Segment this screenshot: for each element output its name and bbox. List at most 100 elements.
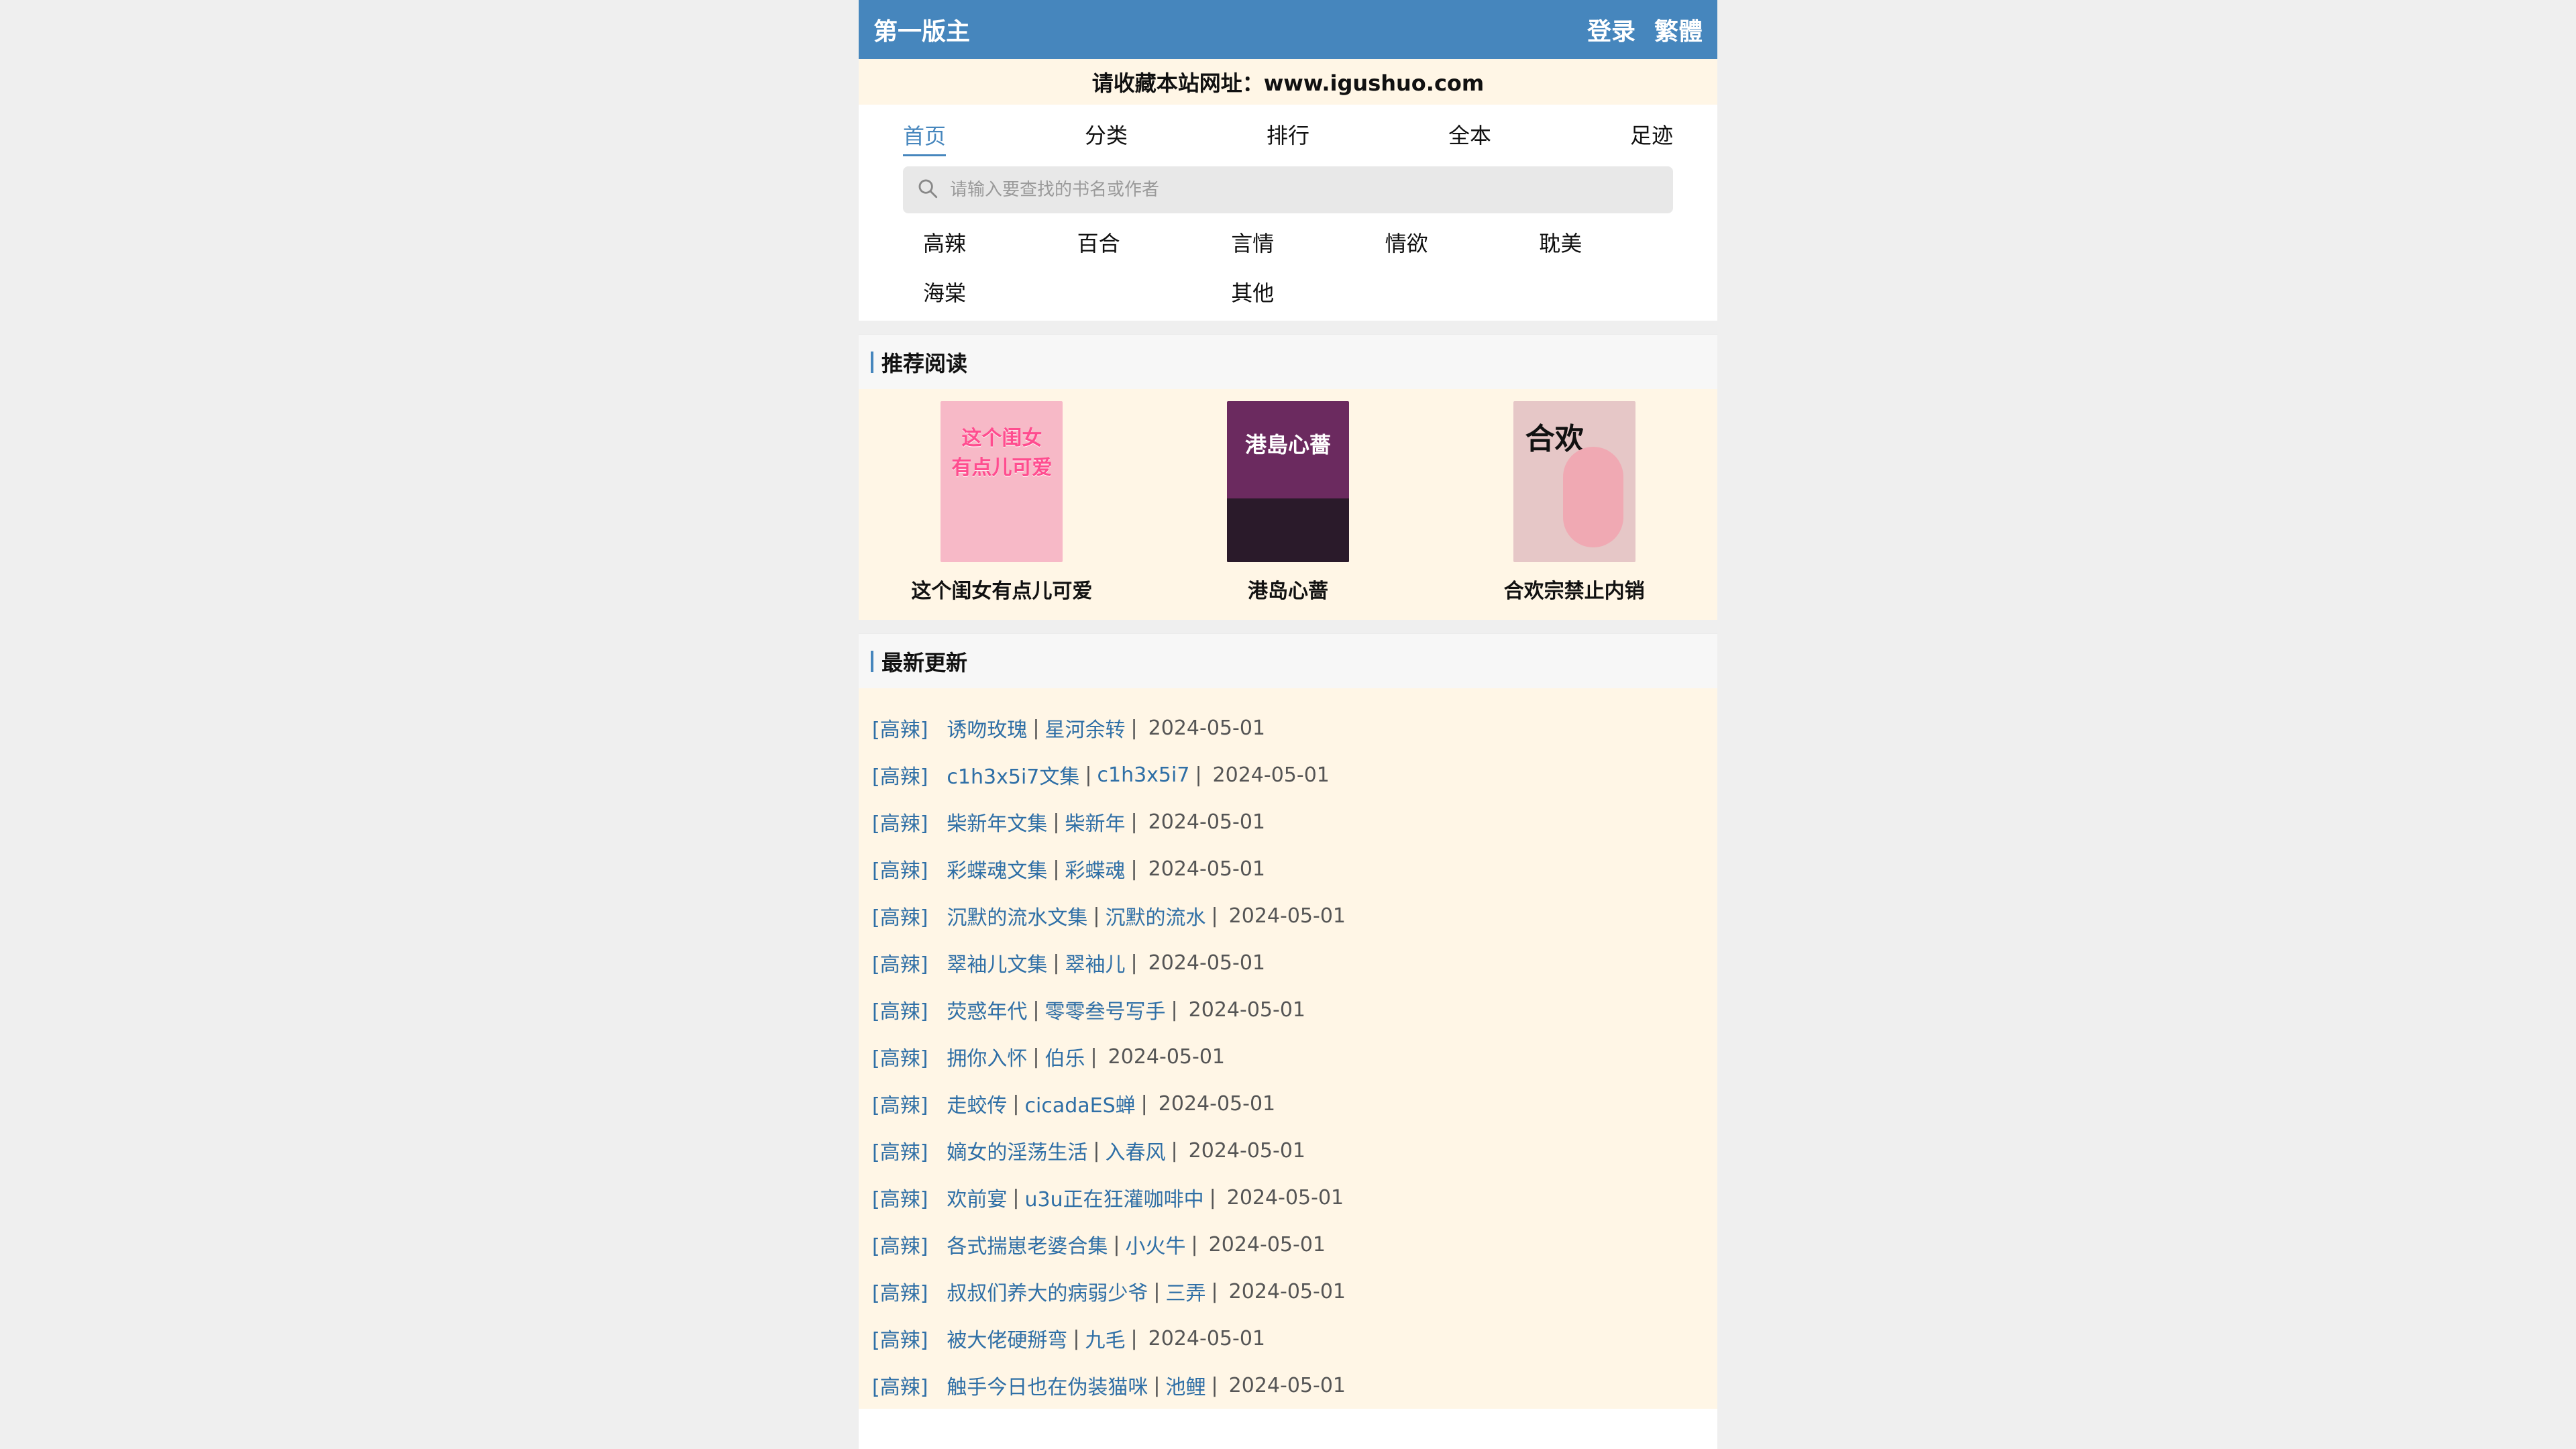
row-title[interactable]: 嫡女的淫荡生活 [947,1136,1087,1165]
nav-item-history[interactable]: 足迹 [1630,112,1673,156]
row-author[interactable]: 三弄 [1166,1277,1206,1306]
row-title[interactable]: c1h3x5i7文集 [947,760,1079,790]
row-author[interactable]: u3u正在狂灌咖啡中 [1025,1183,1204,1212]
row-category[interactable]: [高辣] [872,995,928,1024]
row-category[interactable]: [高辣] [872,901,928,930]
row-category[interactable]: [高辣] [872,854,928,883]
row-separator: | [1032,716,1040,740]
category-link[interactable]: 耽美 [1519,227,1673,258]
row-category[interactable]: [高辣] [872,1183,928,1212]
row-author[interactable]: 沉默的流水 [1106,901,1206,930]
row-category[interactable]: [高辣] [872,713,928,743]
login-link[interactable]: 登录 [1587,12,1635,47]
category-link[interactable]: 言情 [1211,227,1365,258]
row-separator: | [1211,904,1218,928]
traditional-chinese-link[interactable]: 繁體 [1654,12,1703,47]
row-author[interactable]: 九毛 [1085,1324,1126,1353]
recommend-list: 这个闺女 有点儿可爱 这个闺女有点儿可爱 港島心薔 港岛心蔷 合欢 合欢宗禁止内… [859,389,1717,620]
cover-figure [1562,447,1623,547]
row-author[interactable]: 池鲤 [1166,1371,1206,1400]
row-separator: | [1130,716,1138,740]
cover-title: 合欢 [1525,422,1585,456]
row-category[interactable]: [高辣] [872,760,928,790]
row-title[interactable]: 拥你入怀 [947,1042,1027,1071]
row-separator: | [1195,763,1202,787]
latest-row: [高辣] 各式揣崽老婆合集 | 小火牛 | 2024-05-01 [859,1221,1717,1268]
row-title[interactable]: 彩蝶魂文集 [947,854,1047,883]
row-category[interactable]: [高辣] [872,1136,928,1165]
book-title[interactable]: 港岛心蔷 [1248,574,1328,604]
book-card[interactable]: 港島心薔 港岛心蔷 [1181,401,1395,604]
row-separator: | [1032,1044,1040,1069]
book-cover[interactable]: 合欢 [1513,401,1635,562]
section-gap [859,321,1717,334]
row-separator: | [1090,1044,1097,1069]
nav-item-ranking[interactable]: 排行 [1267,112,1309,156]
latest-row: [高辣] c1h3x5i7文集 | c1h3x5i7 | 2024-05-01 [859,751,1717,798]
row-title[interactable]: 荧惑年代 [947,995,1027,1024]
row-separator: | [1085,763,1092,787]
book-cover[interactable]: 港島心薔 [1226,401,1349,562]
row-author[interactable]: 小火牛 [1126,1230,1186,1259]
row-author[interactable]: 伯乐 [1045,1042,1085,1071]
row-author[interactable]: 入春风 [1106,1136,1166,1165]
row-title[interactable]: 柴新年文集 [947,807,1047,837]
row-separator: | [1012,1185,1020,1210]
row-title[interactable]: 沉默的流水文集 [947,901,1087,930]
row-date: 2024-05-01 [1212,763,1330,787]
book-title[interactable]: 合欢宗禁止内销 [1504,574,1645,604]
category-link[interactable]: 其他 [1211,276,1365,307]
row-category[interactable]: [高辣] [872,1230,928,1259]
site-title[interactable]: 第一版主 [873,12,970,47]
category-link[interactable]: 情欲 [1365,227,1519,258]
row-separator: | [1053,951,1060,975]
row-category[interactable]: [高辣] [872,1371,928,1400]
row-separator: | [1171,998,1178,1022]
row-author[interactable]: 星河余转 [1045,713,1126,743]
book-card[interactable]: 合欢 合欢宗禁止内销 [1467,401,1682,604]
row-title[interactable]: 叔叔们养大的病弱少爷 [947,1277,1148,1306]
row-category[interactable]: [高辣] [872,1089,928,1118]
nav-item-categories[interactable]: 分类 [1085,112,1128,156]
category-link[interactable]: 高辣 [903,227,1057,258]
row-category[interactable]: [高辣] [872,1277,928,1306]
row-title[interactable]: 各式揣崽老婆合集 [947,1230,1108,1259]
section-gap [859,620,1717,633]
row-title[interactable]: 欢前宴 [947,1183,1007,1212]
row-category[interactable]: [高辣] [872,948,928,977]
book-cover[interactable]: 这个闺女 有点儿可爱 [941,401,1063,562]
row-title[interactable]: 翠袖儿文集 [947,948,1047,977]
row-author[interactable]: 零零叁号写手 [1045,995,1166,1024]
latest-updates-list: [高辣] 诱吻玫瑰 | 星河余转 | 2024-05-01 [高辣] c1h3x… [859,688,1717,1409]
row-author[interactable]: cicadaES蝉 [1025,1089,1136,1118]
latest-row: [高辣] 荧惑年代 | 零零叁号写手 | 2024-05-01 [859,986,1717,1033]
latest-row: [高辣] 沉默的流水文集 | 沉默的流水 | 2024-05-01 [859,892,1717,939]
row-title[interactable]: 触手今日也在伪装猫咪 [947,1371,1148,1400]
latest-row: [高辣] 彩蝶魂文集 | 彩蝶魂 | 2024-05-01 [859,845,1717,892]
row-title[interactable]: 走蛟传 [947,1089,1007,1118]
latest-row: [高辣] 欢前宴 | u3u正在狂灌咖啡中 | 2024-05-01 [859,1174,1717,1221]
row-author[interactable]: c1h3x5i7 [1097,763,1189,787]
row-category[interactable]: [高辣] [872,1042,928,1071]
row-date: 2024-05-01 [1208,1232,1326,1256]
row-author[interactable]: 柴新年 [1065,807,1126,837]
category-empty [1057,276,1212,307]
book-card[interactable]: 这个闺女 有点儿可爱 这个闺女有点儿可爱 [894,401,1109,604]
book-title[interactable]: 这个闺女有点儿可爱 [911,574,1092,604]
site-notice: 请收藏本站网址：www.igushuo.com [859,59,1717,105]
row-title[interactable]: 诱吻玫瑰 [947,713,1027,743]
search-input[interactable] [949,179,1660,201]
row-category[interactable]: [高辣] [872,1324,928,1353]
latest-section-title: 最新更新 [859,633,1717,688]
row-separator: | [1130,1326,1138,1350]
nav-item-home[interactable]: 首页 [903,113,947,156]
row-category[interactable]: [高辣] [872,807,928,837]
row-title[interactable]: 被大佬硬掰弯 [947,1324,1067,1353]
nav-item-complete[interactable]: 全本 [1448,112,1491,156]
row-separator: | [1093,904,1100,928]
row-author[interactable]: 翠袖儿 [1065,948,1126,977]
category-link[interactable]: 海棠 [903,276,1057,307]
row-separator: | [1093,1138,1100,1163]
category-link[interactable]: 百合 [1057,227,1212,258]
row-author[interactable]: 彩蝶魂 [1065,854,1126,883]
